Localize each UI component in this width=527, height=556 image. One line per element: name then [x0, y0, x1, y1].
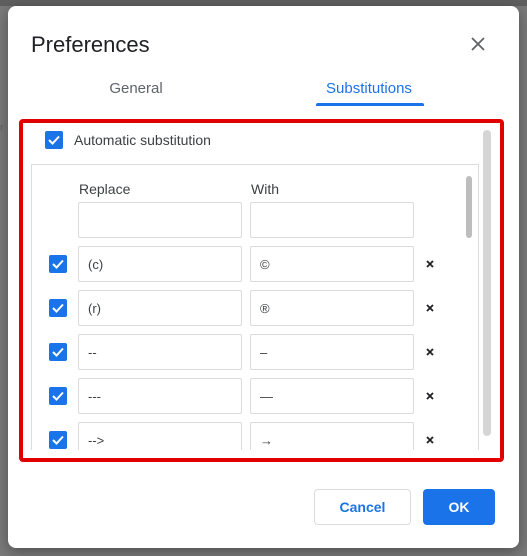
checkmark-icon [52, 435, 64, 445]
replace-field[interactable]: --> [78, 422, 242, 450]
replace-field[interactable]: (c) [78, 246, 242, 282]
checkmark-icon [52, 259, 64, 269]
row-checkbox[interactable] [49, 431, 67, 449]
column-header-with: With [251, 181, 279, 197]
checkmark-icon [52, 347, 64, 357]
automatic-substitution-row: Automatic substitution [45, 131, 211, 149]
column-header-replace: Replace [79, 181, 131, 197]
close-icon [426, 392, 434, 400]
automatic-substitution-checkbox[interactable] [45, 131, 63, 149]
replace-field[interactable]: --- [78, 378, 242, 414]
row-checkbox[interactable] [49, 255, 67, 273]
delete-row-button[interactable] [422, 300, 438, 316]
delete-row-button[interactable] [422, 432, 438, 448]
delete-row-button[interactable] [422, 388, 438, 404]
close-icon [471, 37, 485, 51]
delete-row-button[interactable] [422, 256, 438, 272]
close-icon [426, 304, 434, 312]
row-checkbox[interactable] [49, 299, 67, 317]
with-field[interactable]: ® [250, 290, 414, 326]
with-field[interactable]: — [250, 378, 414, 414]
delete-row-button[interactable] [422, 344, 438, 360]
checkmark-icon [52, 303, 64, 313]
with-field[interactable]: – [250, 334, 414, 370]
automatic-substitution-label: Automatic substitution [74, 132, 211, 148]
table-scrollbar[interactable] [466, 176, 472, 238]
row-checkbox[interactable] [49, 387, 67, 405]
tab-substitutions[interactable]: Substitutions [314, 80, 424, 97]
replace-field[interactable]: -- [78, 334, 242, 370]
close-icon [426, 348, 434, 356]
new-replace-input[interactable] [78, 202, 242, 238]
substitutions-table: Replace With (c) © (r) ® -- – --- — --> … [31, 164, 479, 450]
background-text-fragment: r [0, 122, 4, 134]
checkmark-icon [52, 391, 64, 401]
replace-field[interactable]: (r) [78, 290, 242, 326]
dialog-title: Preferences [31, 32, 150, 57]
cancel-button[interactable]: Cancel [314, 489, 411, 525]
close-button[interactable] [466, 32, 490, 56]
panel-scrollbar[interactable] [483, 130, 491, 436]
with-field[interactable]: → [250, 422, 414, 450]
new-with-input[interactable] [250, 202, 414, 238]
close-icon [426, 436, 434, 444]
checkmark-icon [48, 135, 60, 145]
active-tab-indicator [316, 103, 424, 106]
close-icon [426, 260, 434, 268]
ok-button[interactable]: OK [423, 489, 495, 525]
tab-general[interactable]: General [96, 80, 176, 97]
preferences-dialog: Preferences General Substitutions Automa… [8, 6, 519, 548]
with-field[interactable]: © [250, 246, 414, 282]
row-checkbox[interactable] [49, 343, 67, 361]
